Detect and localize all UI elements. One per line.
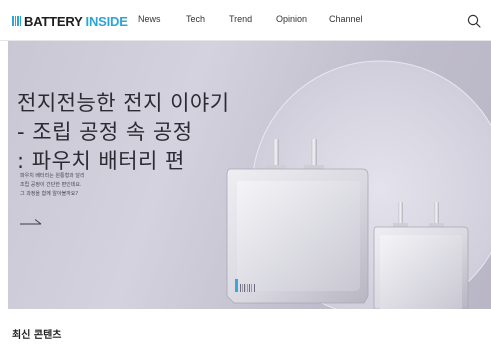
logo-text-inside: INSIDE bbox=[85, 13, 128, 29]
hero-title-line: 전지전능한 전지 이야기 bbox=[17, 91, 230, 115]
nav-tech[interactable]: Tech bbox=[186, 14, 205, 24]
search-icon[interactable] bbox=[465, 12, 483, 30]
site-header: BATTERY INSIDE News Tech Trend Opinion C… bbox=[0, 0, 491, 41]
hero-title-line: - 조립 공정 속 공정 bbox=[17, 120, 193, 144]
hero-title: 전지전능한 전지 이야기 - 조립 공정 속 공정 : 파우치 배터리 편 bbox=[17, 89, 230, 176]
nav-news[interactable]: News bbox=[138, 14, 161, 24]
page: BATTERY INSIDE News Tech Trend Opinion C… bbox=[0, 0, 491, 352]
logo-bars-icon bbox=[12, 16, 21, 26]
hero-desc-line: 그 과정을 함께 알아볼까요? bbox=[20, 191, 79, 197]
arrow-right-icon[interactable] bbox=[20, 218, 42, 226]
nav-channel[interactable]: Channel bbox=[329, 14, 363, 24]
hero-description: 파우치 배터리는 원통형과 달리 조립 공정이 간단한 편인데요. 그 과정을 … bbox=[20, 172, 85, 199]
nav-opinion[interactable]: Opinion bbox=[276, 14, 307, 24]
latest-content-heading: 최신 콘텐츠 bbox=[12, 330, 62, 341]
logo-text-battery: BATTERY bbox=[24, 13, 83, 29]
hero-desc-line: 조립 공정이 간단한 편인데요. bbox=[20, 182, 82, 188]
hero-banner[interactable]: 전지전능한 전지 이야기 - 조립 공정 속 공정 : 파우치 배터리 편 파우… bbox=[8, 41, 491, 309]
site-logo[interactable]: BATTERY INSIDE bbox=[12, 12, 128, 30]
nav-trend[interactable]: Trend bbox=[229, 14, 252, 24]
hero-desc-line: 파우치 배터리는 원통형과 달리 bbox=[20, 173, 85, 179]
